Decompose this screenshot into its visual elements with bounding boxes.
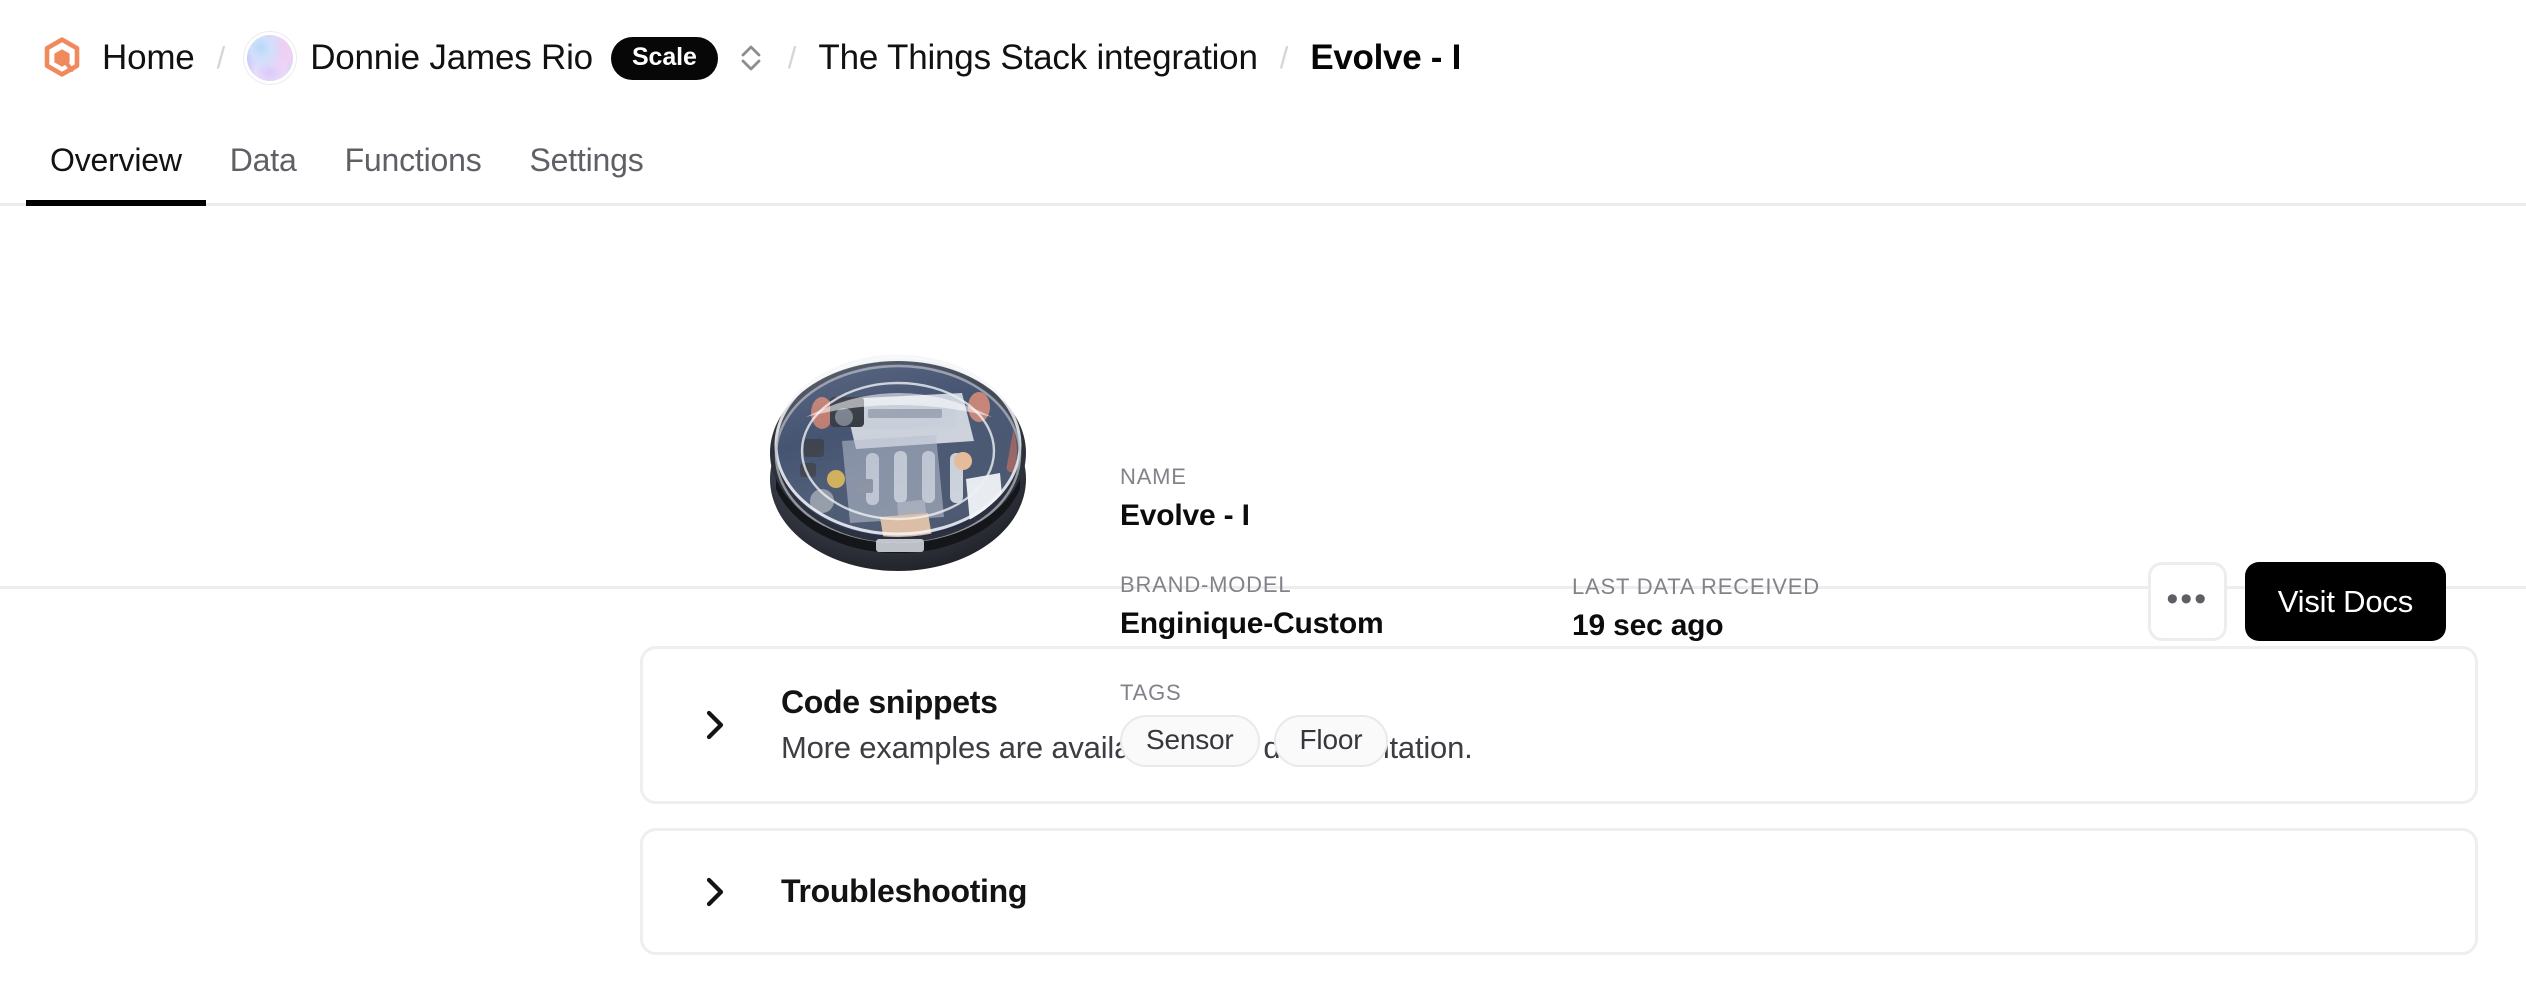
breadcrumb-item-integration[interactable]: The Things Stack integration: [818, 38, 1257, 78]
field-brand-model-label: BRAND-MODEL: [1120, 572, 1572, 598]
chevron-right-icon: [701, 705, 729, 745]
tab-list: Overview Data Functions Settings: [0, 116, 2526, 206]
chevron-up-down-icon[interactable]: [736, 36, 766, 80]
breadcrumb-separator: /: [788, 40, 797, 76]
accordion-troubleshooting-text: Troubleshooting: [781, 869, 1027, 914]
field-brand-model: BRAND-MODEL Enginique-Custom: [1120, 572, 1572, 641]
field-brand-model-value: Enginique-Custom: [1120, 607, 1572, 641]
hexagon-logo-icon: [40, 36, 84, 80]
device-info-column-right: LAST DATA RECEIVED 19 sec ago: [1572, 464, 1972, 767]
breadcrumb-item-organization[interactable]: Donnie James Rio Scale: [247, 35, 718, 81]
more-options-button[interactable]: •••: [2148, 562, 2227, 641]
avatar: [247, 35, 293, 81]
field-name-label: NAME: [1120, 464, 1572, 490]
tag-chip[interactable]: Floor: [1274, 715, 1389, 767]
device-actions: ••• Visit Docs: [2148, 562, 2446, 641]
field-tags: TAGS Sensor Floor: [1120, 680, 1572, 767]
breadcrumb: Home / Donnie James Rio Scale / The Thin…: [0, 0, 2526, 116]
breadcrumb-org-label: Donnie James Rio: [310, 38, 593, 78]
breadcrumb-separator: /: [217, 40, 226, 76]
breadcrumb-item-device[interactable]: Evolve - I: [1310, 38, 1461, 78]
device-summary-section: NAME Evolve - I BRAND-MODEL Enginique-Cu…: [0, 206, 2526, 589]
device-info-column-left: NAME Evolve - I BRAND-MODEL Enginique-Cu…: [1120, 464, 1572, 767]
device-info-grid: NAME Evolve - I BRAND-MODEL Enginique-Cu…: [1120, 464, 1972, 767]
breadcrumb-home-label: Home: [102, 38, 195, 78]
field-tags-label: TAGS: [1120, 680, 1572, 706]
field-name: NAME Evolve - I: [1120, 464, 1572, 533]
tab-settings[interactable]: Settings: [506, 142, 668, 203]
tag-chip[interactable]: Sensor: [1120, 715, 1260, 767]
accordion-troubleshooting[interactable]: Troubleshooting: [640, 828, 2478, 955]
tab-functions[interactable]: Functions: [321, 142, 506, 203]
chevron-right-icon: [701, 872, 729, 912]
field-last-data-label: LAST DATA RECEIVED: [1572, 574, 1972, 600]
accordion-title: Troubleshooting: [781, 869, 1027, 914]
device-image: [748, 321, 1048, 581]
status-badge: Scale: [611, 37, 718, 80]
breadcrumb-separator: /: [1280, 40, 1289, 76]
tab-data[interactable]: Data: [206, 142, 321, 203]
tab-overview[interactable]: Overview: [26, 142, 206, 203]
breadcrumb-item-home[interactable]: Home: [40, 36, 195, 80]
tag-list: Sensor Floor: [1120, 715, 1572, 767]
field-name-value: Evolve - I: [1120, 499, 1572, 533]
visit-docs-button[interactable]: Visit Docs: [2245, 562, 2446, 641]
field-last-data-received: LAST DATA RECEIVED 19 sec ago: [1572, 574, 1972, 643]
field-last-data-value: 19 sec ago: [1572, 609, 1972, 643]
